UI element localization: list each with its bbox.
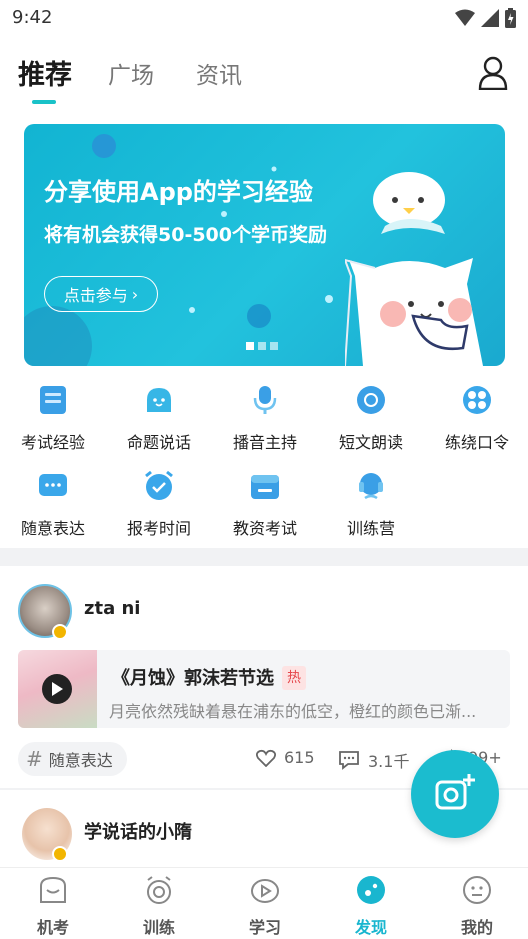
reading-icon: [357, 386, 385, 414]
microphone-icon: [253, 386, 277, 414]
post-article-card[interactable]: 《月蚀》郭沫若节选热 月亮依然残缺着悬在浦东的低空，橙红的颜色已渐...: [18, 650, 510, 728]
topic-speech-icon: [147, 388, 171, 412]
category-label: 播音主持: [232, 433, 297, 452]
category-label: 随意表达: [20, 519, 85, 538]
section-divider: [0, 548, 528, 566]
pagination-dot: [258, 342, 266, 350]
cat-mascot-illustration: [345, 172, 483, 366]
nav-label: 学习: [248, 918, 281, 937]
status-icons: [455, 8, 516, 28]
create-post-button[interactable]: [411, 750, 499, 838]
post-username[interactable]: 学说话的小隋: [84, 818, 192, 844]
category-free-expression[interactable]: 随意表达: [0, 470, 106, 539]
add-photo-icon: [435, 774, 475, 810]
post-topic-label: 随意表达: [48, 751, 113, 770]
category-label: 教资考试: [232, 519, 297, 538]
tongue-twister-icon: [463, 386, 491, 414]
article-title: 《月蚀》郭沫若节选热: [112, 664, 306, 690]
comment-icon: [339, 751, 359, 770]
chevron-right-icon: ›: [131, 284, 139, 304]
home-icon: [40, 876, 66, 903]
play-icon: [251, 879, 279, 903]
tab-recommend[interactable]: 推荐: [18, 53, 72, 92]
category-label: 短文朗读: [338, 433, 403, 452]
comment-count: 3.1千: [368, 752, 410, 771]
category-exam-time[interactable]: 报考时间: [106, 470, 212, 539]
promo-banner[interactable]: 分享使用App的学习经验 将有机会获得50-500个学币奖励 点击参与 ›: [24, 124, 505, 366]
category-training-camp[interactable]: 训练营: [318, 470, 424, 539]
category-label: 命题说话: [126, 433, 191, 452]
status-bar: 9:42: [0, 0, 528, 36]
hot-badge: 热: [282, 666, 306, 690]
nav-label: 训练: [142, 918, 175, 937]
top-tabs: 推荐 广场 资讯: [0, 48, 528, 108]
pagination-dot: [246, 342, 254, 350]
like-button[interactable]: 615: [256, 748, 315, 767]
article-excerpt: 月亮依然残缺着悬在浦东的低空，橙红的颜色已渐...: [109, 702, 477, 721]
category-label: 报考时间: [126, 519, 191, 538]
comment-button[interactable]: 3.1千: [338, 748, 409, 772]
alarm-clock-icon: [147, 876, 171, 904]
nav-item-me[interactable]: 我的: [424, 874, 528, 938]
nav-item-study[interactable]: 学习: [212, 874, 318, 938]
user-icon: [463, 876, 491, 904]
bottom-navigation: 机考 训练 学习 发现 我的: [0, 867, 528, 939]
participate-button-label: 点击参与: [63, 286, 128, 305]
banner-subtitle: 将有机会获得50-500个学币奖励: [44, 224, 327, 246]
banner-pagination: [246, 342, 278, 350]
category-teacher-exam[interactable]: 教资考试: [212, 470, 318, 539]
active-tab-indicator: [32, 100, 56, 104]
category-exam-experience[interactable]: 考试经验: [0, 384, 106, 453]
tab-square[interactable]: 广场: [108, 56, 154, 90]
nav-item-training[interactable]: 训练: [106, 874, 212, 938]
like-count: 615: [284, 748, 315, 767]
participate-button[interactable]: 点击参与 ›: [44, 276, 158, 312]
verified-badge-icon: [52, 846, 68, 862]
alarm-clock-icon: [145, 470, 173, 500]
hashtag-icon: #: [26, 747, 43, 771]
status-time: 9:42: [12, 7, 53, 28]
category-broadcasting[interactable]: 播音主持: [212, 384, 318, 453]
training-camp-icon: [359, 473, 383, 500]
category-label: 训练营: [346, 519, 395, 538]
article-thumbnail: [18, 650, 97, 728]
post-topic-tag[interactable]: # 随意表达: [18, 742, 127, 776]
discover-icon: [357, 876, 385, 904]
category-label: 练绕口令: [444, 433, 509, 452]
wifi-icon: [455, 9, 475, 26]
battery-icon: [505, 8, 516, 28]
pagination-dot: [270, 342, 278, 350]
category-short-reading[interactable]: 短文朗读: [318, 384, 424, 453]
post-username[interactable]: zta ni: [84, 598, 140, 619]
tab-news[interactable]: 资讯: [196, 56, 242, 90]
signal-icon: [481, 9, 499, 27]
free-expression-icon: [39, 474, 67, 496]
heart-icon: [256, 749, 276, 767]
category-tongue-twister[interactable]: 练绕口令: [424, 384, 528, 453]
nav-label: 发现: [354, 918, 387, 937]
banner-title: 分享使用App的学习经验: [44, 178, 313, 206]
user-profile-icon[interactable]: [478, 56, 508, 90]
teacher-exam-icon: [251, 475, 279, 499]
category-topic-speech[interactable]: 命题说话: [106, 384, 212, 453]
verified-badge-icon: [52, 624, 68, 640]
nav-item-discover[interactable]: 发现: [318, 874, 424, 938]
play-icon[interactable]: [42, 674, 72, 704]
category-label: 考试经验: [20, 433, 85, 452]
exam-experience-icon: [40, 386, 66, 414]
nav-item-exam[interactable]: 机考: [0, 874, 106, 938]
nav-label: 机考: [36, 918, 69, 937]
nav-label: 我的: [460, 918, 493, 937]
article-title-text: 《月蚀》郭沫若节选: [112, 668, 274, 689]
